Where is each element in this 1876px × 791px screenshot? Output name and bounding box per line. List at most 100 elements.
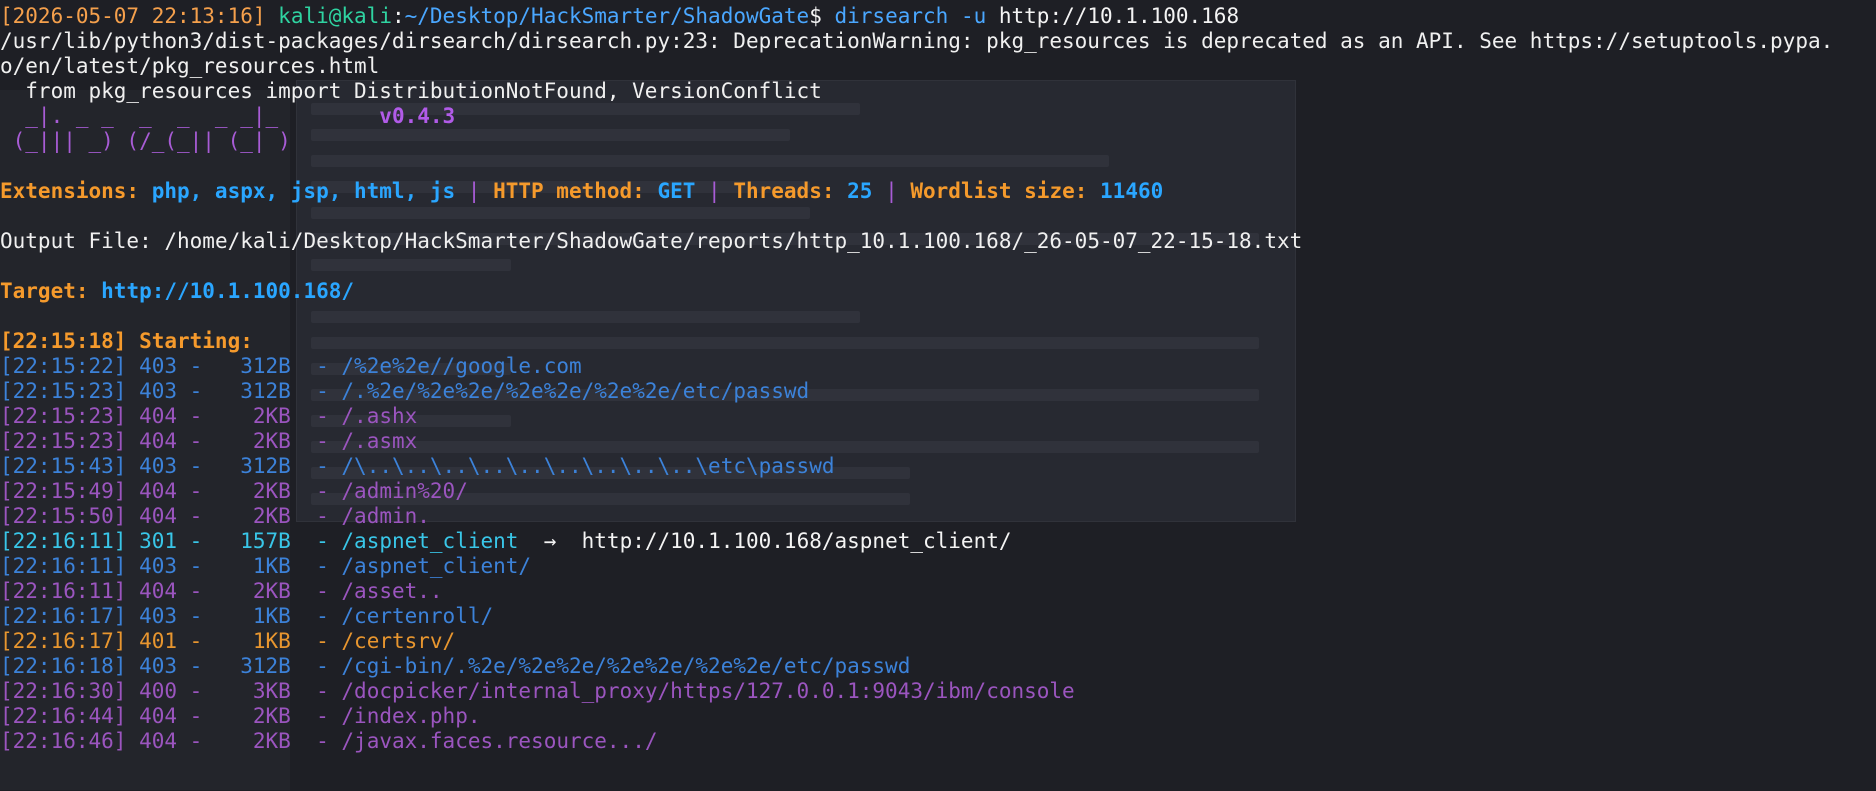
result-size: 312B: [214, 379, 291, 403]
result-status-code: 401: [139, 629, 178, 653]
config-separator: |: [695, 179, 734, 203]
result-size: 157B: [214, 529, 291, 553]
http-method-label: HTTP method:: [493, 179, 658, 203]
result-time: [22:15:23]: [0, 404, 127, 428]
result-size: 1KB: [214, 604, 291, 628]
result-size: 2KB: [214, 504, 291, 528]
result-row: [22:15:43] 403 - 312B - /\..\..\..\..\..…: [0, 454, 835, 478]
result-path: /certsrv/: [341, 629, 456, 653]
result-status-code: 404: [139, 729, 178, 753]
result-status-code: 404: [139, 404, 178, 428]
result-row: [22:16:44] 404 - 2KB - /index.php.: [0, 704, 481, 728]
result-status-code: 403: [139, 554, 178, 578]
config-line: Extensions: php, aspx, jsp, html, js | H…: [0, 179, 1833, 204]
result-time: [22:16:17]: [0, 629, 127, 653]
result-row: [22:15:49] 404 - 2KB - /admin%20/: [0, 479, 468, 503]
result-time: [22:16:17]: [0, 604, 127, 628]
result-row: [22:16:11] 403 - 1KB - /aspnet_client/: [0, 554, 532, 578]
result-path: /aspnet_client: [341, 529, 519, 553]
result-row: [22:15:23] 404 - 2KB - /.asmx: [0, 429, 418, 453]
wordlist-label: Wordlist size:: [910, 179, 1101, 203]
output-file-path: /home/kali/Desktop/HackSmarter/ShadowGat…: [164, 229, 1303, 253]
result-path: /.%2e/%2e%2e/%2e%2e/%2e%2e/etc/passwd: [341, 379, 810, 403]
result-time: [22:16:44]: [0, 704, 127, 728]
http-method-value: GET: [657, 179, 696, 203]
result-size: 2KB: [214, 404, 291, 428]
command-argument: http://10.1.100.168: [986, 4, 1240, 28]
result-path: /javax.faces.resource.../: [341, 729, 658, 753]
command-executable: dirsearch: [834, 4, 949, 28]
warning-line-3: from pkg_resources import DistributionNo…: [0, 79, 822, 103]
result-row: [22:15:50] 404 - 2KB - /admin.: [0, 504, 430, 528]
result-path: /admin%20/: [341, 479, 468, 503]
result-status-code: 403: [139, 354, 178, 378]
result-status-code: 404: [139, 704, 178, 728]
result-row: [22:16:17] 401 - 1KB - /certsrv/: [0, 629, 456, 653]
version-label: v0.4.3: [278, 104, 456, 128]
target-line: Target: http://10.1.100.168/: [0, 279, 1833, 304]
result-size: 2KB: [214, 729, 291, 753]
threads-value: 25: [847, 179, 873, 203]
result-row: [22:16:30] 400 - 3KB - /docpicker/intern…: [0, 679, 1075, 703]
result-path: /admin.: [341, 504, 430, 528]
result-status-code: 301: [139, 529, 178, 553]
prompt-separator: :: [391, 4, 405, 28]
result-time: [22:16:11]: [0, 579, 127, 603]
result-time: [22:16:11]: [0, 554, 127, 578]
result-time: [22:16:11]: [0, 529, 127, 553]
prompt-path: ~/Desktop/HackSmarter/ShadowGate: [404, 4, 810, 28]
command-flag: -u: [948, 4, 987, 28]
results-list: [22:15:22] 403 - 312B - /%2e%2e//google.…: [0, 354, 1833, 754]
result-status-code: 400: [139, 679, 178, 703]
terminal-window[interactable]: [2026-05-07 22:13:16] kali@kali:~/Deskto…: [0, 0, 1876, 791]
result-row: [22:16:17] 403 - 1KB - /certenroll/: [0, 604, 494, 628]
result-path: /asset..: [341, 579, 443, 603]
result-time: [22:16:46]: [0, 729, 127, 753]
result-time: [22:16:18]: [0, 654, 127, 678]
result-row: [22:16:11] 404 - 2KB - /asset..: [0, 579, 443, 603]
result-row: [22:15:22] 403 - 312B - /%2e%2e//google.…: [0, 354, 582, 378]
prompt-timestamp: [2026-05-07 22:13:16]: [0, 4, 266, 28]
result-time: [22:15:22]: [0, 354, 127, 378]
result-time: [22:15:23]: [0, 379, 127, 403]
result-path: /docpicker/internal_proxy/https/127.0.0.…: [341, 679, 1075, 703]
result-path: /index.php.: [341, 704, 481, 728]
prompt-user-host: kali@kali: [278, 4, 392, 28]
result-row: [22:16:11] 301 - 157B - /aspnet_client →…: [0, 529, 1012, 553]
result-path: /.asmx: [341, 429, 418, 453]
result-time: [22:15:50]: [0, 504, 127, 528]
result-size: 2KB: [214, 704, 291, 728]
target-url: http://10.1.100.168/: [101, 279, 355, 303]
result-path: /cgi-bin/.%2e/%2e%2e/%2e%2e/%2e%2e/etc/p…: [341, 654, 911, 678]
result-row: [22:15:23] 404 - 2KB - /.ashx: [0, 404, 418, 428]
result-size: 312B: [214, 354, 291, 378]
warning-line-1: /usr/lib/python3/dist-packages/dirsearch…: [0, 29, 1834, 53]
result-size: 2KB: [214, 429, 291, 453]
result-size: 3KB: [214, 679, 291, 703]
starting-line: [22:15:18] Starting:: [0, 329, 266, 353]
result-status-code: 404: [139, 579, 178, 603]
result-path: /.ashx: [341, 404, 418, 428]
command-prompt-line: [2026-05-07 22:13:16] kali@kali:~/Deskto…: [0, 4, 1833, 29]
terminal-output: [2026-05-07 22:13:16] kali@kali:~/Deskto…: [0, 4, 1833, 754]
config-separator: |: [872, 179, 911, 203]
result-status-code: 403: [139, 454, 178, 478]
result-path: /%2e%2e//google.com: [341, 354, 582, 378]
warning-line-2: o/en/latest/pkg_resources.html: [0, 54, 380, 78]
extensions-value: php, aspx, jsp, html, js: [151, 179, 456, 203]
result-size: 2KB: [214, 579, 291, 603]
result-time: [22:15:43]: [0, 454, 127, 478]
result-time: [22:15:49]: [0, 479, 127, 503]
result-row: [22:16:18] 403 - 312B - /cgi-bin/.%2e/%2…: [0, 654, 911, 678]
banner-bottom: (_||| _) (/_(_|| (_| ): [0, 129, 291, 153]
result-size: 1KB: [214, 629, 291, 653]
result-size: 1KB: [214, 554, 291, 578]
result-row: [22:15:23] 403 - 312B - /.%2e/%2e%2e/%2e…: [0, 379, 810, 403]
result-size: 312B: [214, 654, 291, 678]
result-path: /aspnet_client/: [341, 554, 532, 578]
result-path: /certenroll/: [341, 604, 494, 628]
config-separator: |: [455, 179, 494, 203]
